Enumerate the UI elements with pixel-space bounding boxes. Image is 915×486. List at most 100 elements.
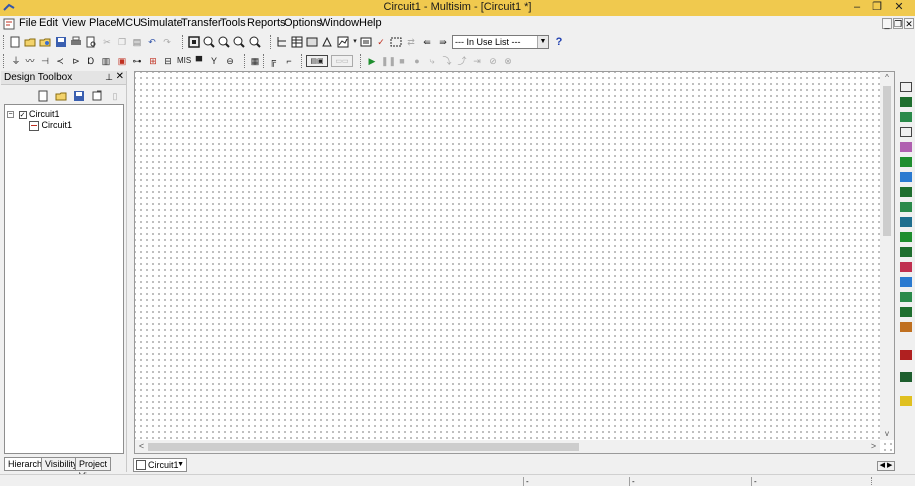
bus-icon[interactable]: ⌐ [283, 55, 295, 67]
toggle-breakpoint-icon[interactable]: ⊘ [487, 55, 499, 67]
multi-sheet-icon[interactable]: ▭▭ [331, 55, 353, 67]
run-to-cursor-icon[interactable]: ⇥ [471, 55, 483, 67]
distortion-analyzer-icon[interactable] [900, 247, 912, 257]
power-icon[interactable]: ⊟ [162, 55, 174, 67]
toolbar-grip[interactable] [3, 54, 6, 68]
pause-icon[interactable]: ❚❚ [381, 55, 396, 67]
zoom-area-icon[interactable] [233, 36, 245, 48]
analog-icon[interactable]: ⊳ [70, 55, 82, 67]
agilent-multimeter-icon[interactable] [900, 307, 912, 317]
cmos-icon[interactable]: ▥ [100, 55, 112, 67]
toolbox-close-icon[interactable]: ✕ [116, 71, 124, 82]
cut-icon[interactable]: ✂ [101, 36, 113, 48]
save-design-icon[interactable] [73, 90, 85, 102]
pin-icon[interactable]: ⊥ [105, 72, 113, 83]
tektronix-oscilloscope-icon[interactable] [900, 350, 912, 360]
open-design-icon[interactable] [55, 90, 67, 102]
close-button[interactable]: ✕ [889, 0, 909, 16]
hierarchy-icon[interactable] [276, 36, 288, 48]
multimeter-icon[interactable] [900, 82, 912, 92]
four-channel-oscilloscope-icon[interactable] [900, 142, 912, 152]
breakpoint-icon[interactable]: ● [411, 55, 423, 67]
spreadsheet-icon[interactable] [291, 36, 303, 48]
horizontal-scroll-thumb[interactable] [148, 443, 579, 451]
tab-navigation-arrows[interactable]: ◀ ▶ [877, 461, 895, 471]
save-icon[interactable] [55, 36, 67, 48]
menu-view[interactable]: View [62, 17, 86, 29]
indicator-icon[interactable]: ⊞ [147, 55, 159, 67]
tree-root-node[interactable]: − ✓ Circuit1 [7, 109, 60, 119]
menu-options[interactable]: Options [284, 17, 322, 29]
agilent-generator-icon[interactable] [900, 292, 912, 302]
menu-tools[interactable]: Tools [220, 17, 246, 29]
open-sample-icon[interactable] [39, 36, 51, 48]
full-screen-icon[interactable] [188, 36, 200, 48]
menu-transfer[interactable]: Transfer [181, 17, 222, 29]
undo-icon[interactable]: ↶ [146, 36, 158, 48]
toolbar-grip[interactable] [301, 54, 304, 68]
menu-reports[interactable]: Reports [247, 17, 286, 29]
print-icon[interactable] [70, 36, 82, 48]
bode-plotter-icon[interactable] [900, 157, 912, 167]
electromechanical-icon[interactable]: ⊖ [224, 55, 236, 67]
step-out-icon[interactable]: ⤴ [456, 55, 468, 67]
schematic-workspace[interactable] [134, 71, 895, 454]
menu-file[interactable]: File [19, 17, 37, 29]
restore-button[interactable]: ❐ [867, 0, 887, 16]
function-generator-icon[interactable] [900, 97, 912, 107]
mdi-close-button[interactable]: ✕ [904, 18, 914, 29]
collapse-icon[interactable]: − [7, 111, 14, 119]
mdi-restore-button[interactable]: ❐ [893, 18, 903, 29]
scroll-left-icon[interactable]: < [136, 440, 147, 453]
mixed-icon[interactable]: ⊶ [131, 55, 143, 67]
chevron-down-icon[interactable]: ▼ [177, 459, 184, 471]
toolbar-grip[interactable] [182, 35, 185, 49]
chevron-down-icon[interactable]: ▼ [537, 36, 548, 48]
misc-icon[interactable]: MIS [177, 55, 191, 67]
region-icon[interactable] [390, 36, 402, 48]
word-generator-icon[interactable] [900, 187, 912, 197]
tree-child-node[interactable]: Circuit1 [29, 120, 72, 131]
frequency-counter-icon[interactable] [900, 172, 912, 182]
advanced-peripherals-icon[interactable]: ▀ [193, 55, 205, 67]
help-icon[interactable]: ? [553, 36, 565, 48]
iv-analyzer-icon[interactable] [900, 232, 912, 242]
misc-digital-icon[interactable]: ▣ [116, 55, 128, 67]
play-icon[interactable]: ▶ [366, 55, 378, 67]
delete-design-icon[interactable]: ▯ [109, 90, 121, 102]
checkbox-icon[interactable]: ✓ [18, 110, 27, 119]
back-annotate-icon[interactable]: ⇚ [421, 36, 433, 48]
menu-window[interactable]: Window [320, 17, 359, 29]
database-manager-icon[interactable] [306, 36, 318, 48]
menu-edit[interactable]: Edit [39, 17, 58, 29]
logic-analyzer-icon[interactable] [900, 217, 912, 227]
step-over-icon[interactable]: ⤵ [441, 55, 453, 67]
toolbar-grip[interactable] [360, 54, 363, 68]
mdi-minimize-button[interactable]: _ [882, 18, 892, 29]
tab-project-view[interactable]: Project View [75, 457, 112, 481]
source-icon[interactable]: ⏚ [10, 55, 22, 67]
new-design-icon[interactable] [37, 90, 49, 102]
in-use-list-dropdown[interactable]: --- In Use List --- ▼ [452, 35, 549, 49]
close-design-icon[interactable] [91, 90, 103, 102]
ultiboard-icon[interactable]: ▤▣ [306, 55, 328, 67]
ttl-icon[interactable]: Ɒ [85, 55, 97, 67]
network-analyzer-icon[interactable] [900, 277, 912, 287]
grapher-icon[interactable] [337, 36, 349, 48]
labview-instrument-icon[interactable] [900, 372, 912, 382]
scroll-down-icon[interactable]: v [880, 429, 894, 440]
wattmeter-icon[interactable] [900, 112, 912, 122]
vertical-scrollbar[interactable]: ^ v [880, 72, 894, 440]
resize-grip[interactable] [871, 477, 915, 486]
agilent-oscilloscope-icon[interactable] [900, 322, 912, 332]
toolbar-grip[interactable] [3, 35, 6, 49]
toolbar-grip[interactable] [270, 35, 273, 49]
erc-icon[interactable]: ✓ [375, 36, 387, 48]
diode-icon[interactable]: ⊣ [39, 55, 51, 67]
remove-breakpoints-icon[interactable]: ⊗ [502, 55, 514, 67]
minimize-button[interactable]: – [847, 0, 867, 16]
print-preview-icon[interactable] [85, 36, 97, 48]
mcu-icon[interactable]: ▦ [249, 55, 261, 67]
copy-icon[interactable]: ❐ [116, 36, 128, 48]
stop-icon[interactable]: ■ [396, 55, 408, 67]
